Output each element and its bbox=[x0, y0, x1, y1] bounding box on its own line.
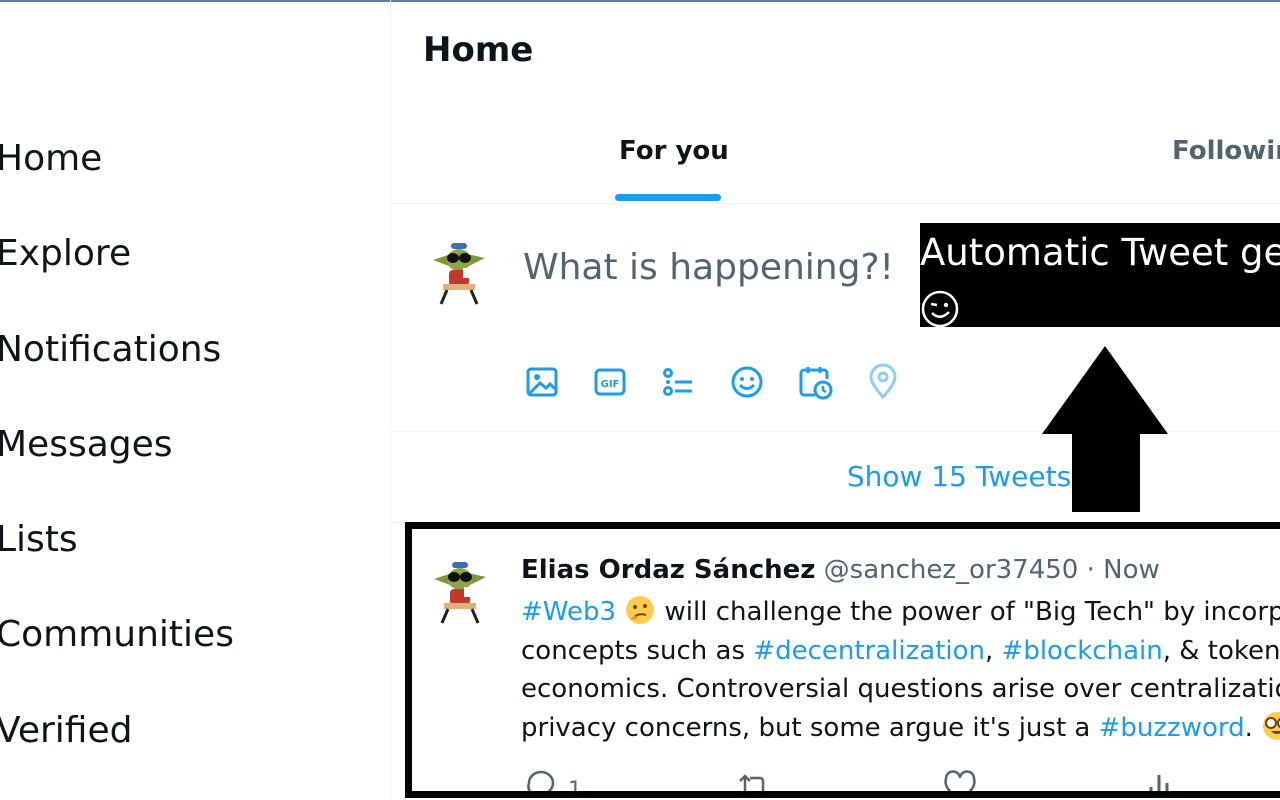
location-icon[interactable] bbox=[863, 362, 903, 402]
poll-icon[interactable] bbox=[658, 362, 698, 402]
hashtag-link[interactable]: #buzzword bbox=[1099, 713, 1245, 743]
tweet-text: #Web3 will challenge the power of "Big T… bbox=[521, 593, 1280, 747]
tab-for-you[interactable]: For you bbox=[619, 136, 729, 166]
tweet-line: concepts such as #decentralization, #blo… bbox=[521, 632, 1280, 671]
tweet-line: #Web3 will challenge the power of "Big T… bbox=[521, 593, 1280, 632]
tweet-text-segment: , & token- bbox=[1162, 635, 1280, 666]
thinking-face-emoji bbox=[624, 594, 656, 626]
tabs-divider bbox=[391, 203, 1280, 204]
tweet-text-segment: concepts such as bbox=[521, 635, 754, 666]
reply-count: 1 bbox=[568, 778, 582, 798]
views-button[interactable] bbox=[1143, 767, 1183, 791]
nerd-face-emoji bbox=[1261, 710, 1280, 742]
tweet-card[interactable]: Elias Ordaz Sánchez @sanchez_or37450 · N… bbox=[405, 522, 1280, 798]
sidebar-item-home[interactable]: Home bbox=[0, 138, 102, 179]
tweet-header: Elias Ordaz Sánchez @sanchez_or37450 · N… bbox=[521, 555, 1160, 585]
tweet-avatar[interactable] bbox=[430, 559, 490, 625]
annotation-banner-text: Automatic Tweet ge bbox=[920, 231, 1280, 274]
active-tab-indicator bbox=[615, 194, 721, 201]
tweet-time[interactable]: Now bbox=[1103, 555, 1160, 585]
tweet-text-segment: will challenge the power of "Big Tech" b… bbox=[656, 597, 1280, 627]
compose-input[interactable]: What is happening?! bbox=[523, 247, 903, 288]
retweet-button[interactable] bbox=[734, 767, 774, 791]
tweet-text-segment: , bbox=[985, 635, 1002, 666]
up-arrow-icon bbox=[1040, 344, 1170, 514]
avatar[interactable] bbox=[429, 240, 489, 306]
tweet-author-name[interactable]: Elias Ordaz Sánchez bbox=[521, 555, 815, 585]
tweet-line: economics. Controversial questions arise… bbox=[521, 670, 1280, 709]
reply-button[interactable]: 1 bbox=[524, 767, 584, 798]
hashtag-link[interactable]: #blockchain bbox=[1002, 636, 1163, 666]
like-button[interactable] bbox=[940, 767, 980, 791]
page-title: Home bbox=[423, 30, 534, 70]
svg-text:GIF: GIF bbox=[601, 379, 620, 390]
hashtag-link[interactable]: #Web3 bbox=[521, 597, 616, 627]
sidebar-item-communities[interactable]: Communities bbox=[0, 614, 234, 655]
wink-face-icon bbox=[920, 289, 960, 327]
gif-icon[interactable]: GIF bbox=[590, 362, 630, 402]
tweet-line: privacy concerns, but some argue it's ju… bbox=[521, 709, 1280, 748]
tab-following[interactable]: Following bbox=[1172, 136, 1280, 166]
tweet-handle[interactable]: @sanchez_or37450 bbox=[824, 555, 1079, 585]
tweet-text-segment: privacy concerns, but some argue it's ju… bbox=[521, 712, 1099, 743]
hashtag-link[interactable]: #decentralization bbox=[753, 636, 985, 666]
sidebar-item-messages[interactable]: Messages bbox=[0, 424, 173, 465]
tweet-text-segment: . bbox=[1244, 712, 1262, 743]
schedule-icon[interactable] bbox=[795, 362, 835, 402]
tweet-separator: · bbox=[1078, 555, 1104, 585]
image-icon[interactable] bbox=[522, 362, 562, 402]
sidebar-item-notifications[interactable]: Notifications bbox=[0, 329, 221, 370]
emoji-icon[interactable] bbox=[727, 362, 767, 402]
annotation-banner: Automatic Tweet ge bbox=[920, 223, 1280, 327]
tweet-text-segment: economics. Controversial questions arise… bbox=[521, 674, 1280, 704]
sidebar-item-explore[interactable]: Explore bbox=[0, 233, 131, 274]
sidebar-item-verified[interactable]: Verified bbox=[0, 710, 132, 751]
sidebar-item-lists[interactable]: Lists bbox=[0, 519, 78, 560]
sidebar-nav: Home Explore Notifications Messages List… bbox=[0, 0, 390, 800]
